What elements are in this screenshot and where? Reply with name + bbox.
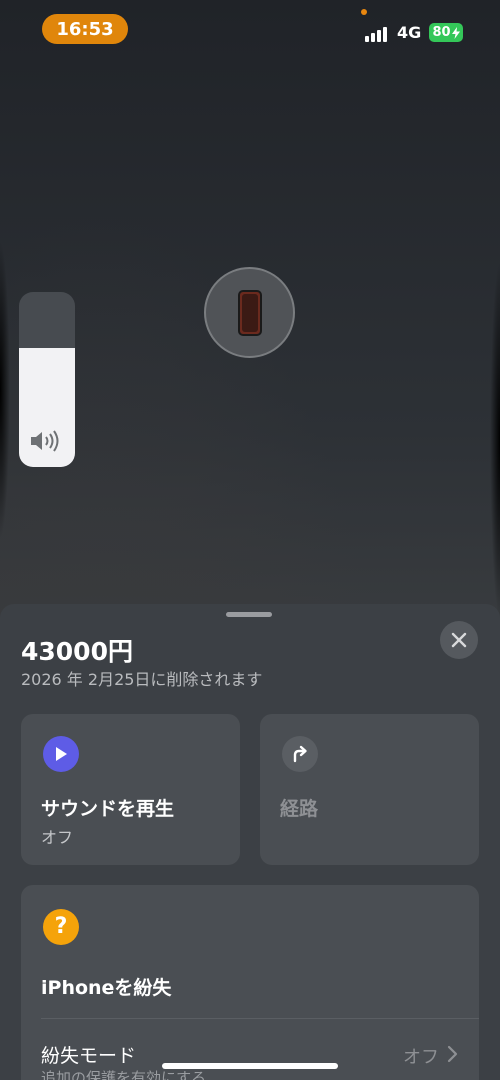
device-detail-sheet: 43000円 2026 年 2月25日に削除されます サウンドを再生 オフ 経路 (0, 604, 500, 1080)
map-edge-shadow-right (490, 260, 500, 620)
chevron-right-icon (447, 1045, 458, 1063)
cellular-signal-icon (365, 24, 391, 42)
directions-icon (282, 736, 318, 772)
speaker-volume-icon (31, 430, 59, 452)
charging-bolt-icon (451, 26, 460, 39)
play-sound-card[interactable]: サウンドを再生 オフ (21, 714, 240, 865)
lost-mode-status: オフ (403, 1047, 439, 1068)
sheet-grabber[interactable] (226, 612, 272, 617)
device-name: 43000円 (21, 637, 133, 666)
question-icon: ? (43, 909, 79, 945)
play-icon (43, 736, 79, 772)
map-edge-shadow-left (0, 240, 10, 540)
battery-level: 80 (432, 25, 451, 40)
lost-mode-label: 紛失モード (41, 1045, 137, 1067)
device-location-marker[interactable] (204, 267, 295, 358)
battery-indicator: 80 (429, 23, 463, 42)
lost-section-title: iPhoneを紛失 (41, 977, 172, 999)
home-indicator[interactable] (162, 1063, 338, 1069)
play-sound-label: サウンドを再生 (41, 798, 175, 820)
find-my-screen: 16:53 4G 80 43000円 2026 年 2月25日に削除されます サ… (0, 0, 500, 1080)
network-type: 4G (397, 23, 422, 42)
directions-card[interactable]: 経路 (260, 714, 479, 865)
directions-label: 経路 (280, 798, 319, 820)
section-divider (41, 1018, 479, 1019)
volume-slider[interactable] (19, 292, 75, 467)
play-sound-status: オフ (41, 828, 74, 847)
status-time[interactable]: 16:53 (42, 14, 128, 44)
lost-device-card: ? iPhoneを紛失 紛失モード 追加の保護を有効にする オフ (21, 885, 479, 1080)
iphone-icon (237, 289, 262, 336)
close-icon (451, 632, 467, 648)
privacy-indicator-dot (361, 9, 367, 15)
removal-notice: 2026 年 2月25日に削除されます (21, 670, 263, 689)
close-button[interactable] (440, 621, 478, 659)
